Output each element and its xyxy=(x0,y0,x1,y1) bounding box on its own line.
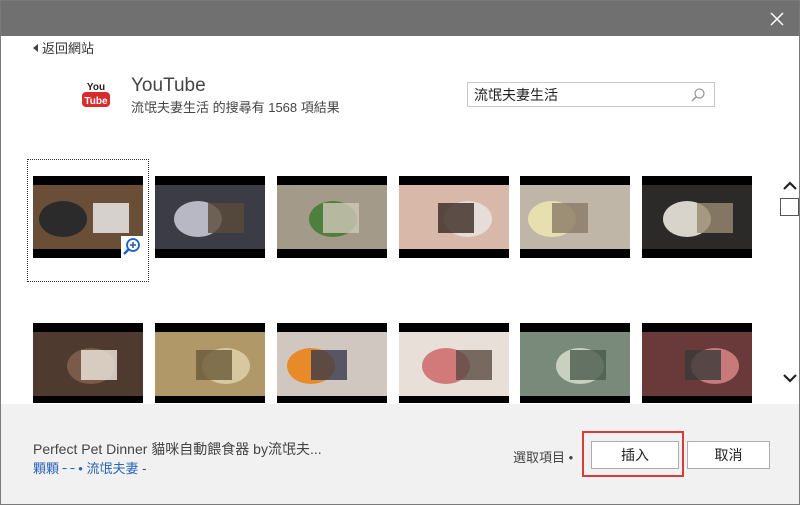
search-input[interactable] xyxy=(468,83,678,106)
svg-text:Tube: Tube xyxy=(84,96,108,107)
insert-button[interactable]: 插入 xyxy=(591,441,679,469)
back-link-label: 返回網站 xyxy=(42,41,95,56)
scroll-thumb[interactable] xyxy=(780,198,799,216)
thumbnail-image xyxy=(155,185,265,249)
thumbnail-image xyxy=(277,332,387,396)
youtube-logo: You Tube xyxy=(82,82,110,107)
chevron-up-icon[interactable] xyxy=(780,178,800,194)
video-thumbnail-meat-pot[interactable] xyxy=(642,323,752,403)
chevron-down-icon[interactable] xyxy=(780,370,800,386)
thumbnail-image xyxy=(399,185,509,249)
video-thumbnail-soup-pot[interactable] xyxy=(155,323,265,403)
zoom-in-icon[interactable] xyxy=(121,236,143,258)
video-thumbnail-cat-computer-room[interactable] xyxy=(155,176,265,258)
video-thumbnail-cooking-bowl[interactable] xyxy=(33,323,143,403)
video-thumbnail-green-plate[interactable] xyxy=(520,323,630,403)
triangle-left-icon xyxy=(33,43,38,52)
thumbnail-image xyxy=(399,332,509,396)
selected-item-title: Perfect Pet Dinner 貓咪自動餵食器 by流氓夫... xyxy=(33,441,322,457)
result-summary: 流氓夫妻生活 的搜尋有 1568 項結果 xyxy=(131,100,340,115)
back-to-sites-link[interactable]: 返回網站 xyxy=(33,38,94,57)
thumbnail-image xyxy=(33,332,143,396)
video-thumbnail-cats-on-floor[interactable] xyxy=(277,176,387,258)
close-icon xyxy=(770,12,784,26)
video-thumbnail-woman-face[interactable] xyxy=(399,176,509,258)
source-title: YouTube xyxy=(131,75,206,96)
thumbnail-image xyxy=(642,185,752,249)
channel-link[interactable]: 流氓夫妻 xyxy=(86,461,138,476)
thumbnail-image xyxy=(277,185,387,249)
thumbnail-image xyxy=(155,332,265,396)
results-grid xyxy=(1,151,771,403)
search-icon[interactable] xyxy=(690,87,706,103)
insert-video-dialog: 返回網站 You Tube YouTube 流氓夫妻生活 的搜尋有 1568 項… xyxy=(0,0,800,505)
video-thumbnail-face-mask[interactable] xyxy=(399,323,509,403)
selected-count-label: 選取項目 • xyxy=(513,450,574,465)
thumbnail-image xyxy=(520,185,630,249)
selected-item-meta: 顆顆 ╴╴• 流氓夫妻 - xyxy=(33,458,146,477)
selected-item-meta-prefix[interactable]: 顆顆 ╴╴• xyxy=(33,461,83,476)
thumbnail-image xyxy=(520,332,630,396)
selected-item-meta-suffix: - xyxy=(142,461,147,476)
video-thumbnail-orange-food-pot[interactable] xyxy=(277,323,387,403)
results-scrollbar[interactable] xyxy=(780,176,800,386)
video-thumbnail-craft-hands[interactable] xyxy=(642,176,752,258)
search-box xyxy=(467,82,715,107)
dialog-footer: Perfect Pet Dinner 貓咪自動餵食器 by流氓夫... 顆顆 ╴… xyxy=(1,404,799,504)
svg-text:You: You xyxy=(87,82,105,93)
cancel-button[interactable]: 取消 xyxy=(687,441,770,469)
close-button[interactable] xyxy=(767,9,787,29)
video-thumbnail-hand-paper[interactable] xyxy=(520,176,630,258)
dialog-titlebar xyxy=(1,1,799,36)
thumbnail-image xyxy=(642,332,752,396)
